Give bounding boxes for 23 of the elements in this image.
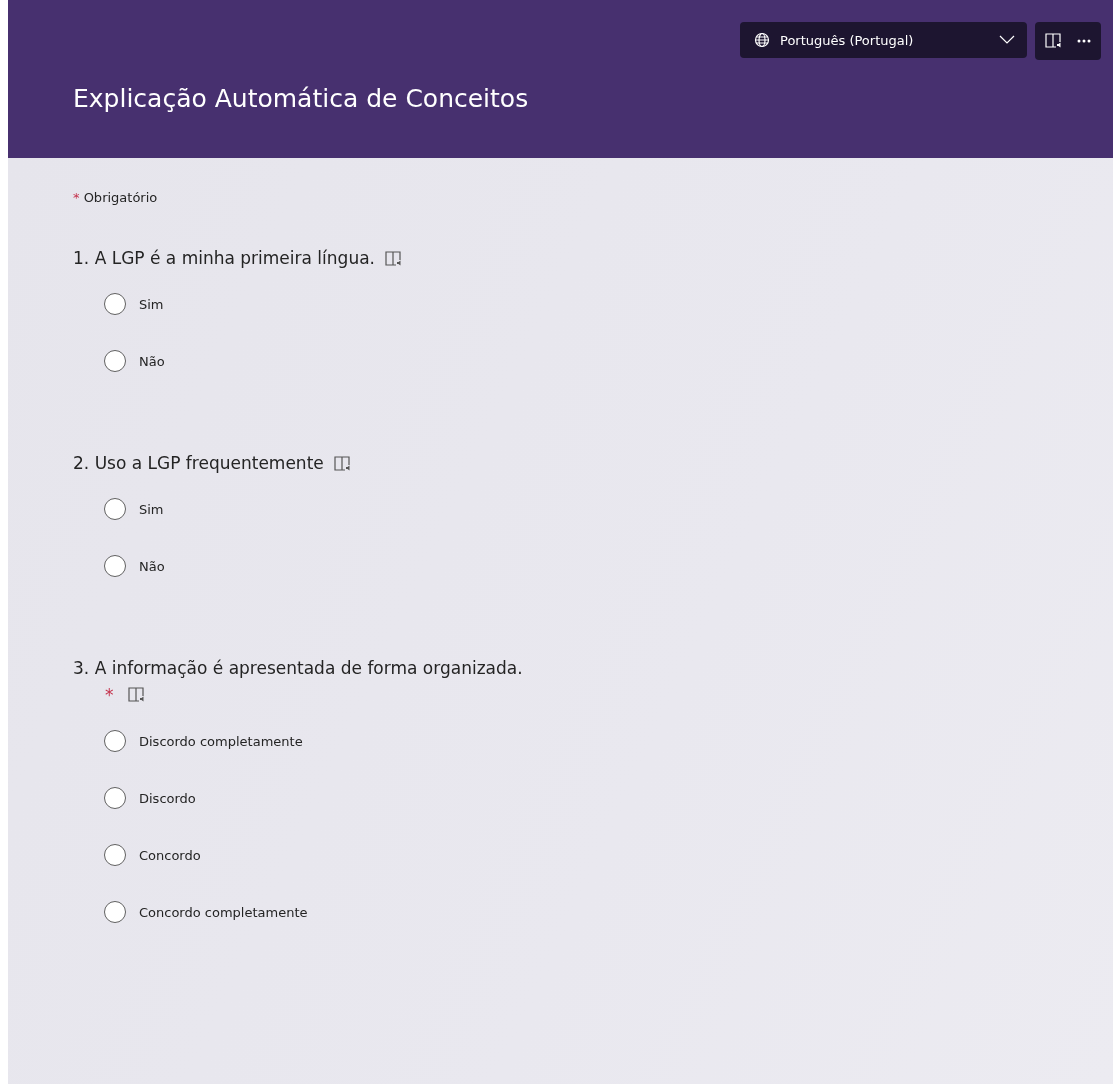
question-text: 3. A informação é apresentada de forma organizada. bbox=[73, 658, 523, 678]
immersive-reader-button[interactable] bbox=[1045, 33, 1063, 49]
radio-option[interactable]: Concordo bbox=[104, 844, 1113, 866]
radio-option[interactable]: Não bbox=[104, 350, 1113, 372]
required-note: Obrigatório bbox=[83, 190, 158, 205]
immersive-reader-icon[interactable] bbox=[385, 251, 403, 267]
more-options-button[interactable] bbox=[1077, 39, 1091, 43]
radio-option[interactable]: Não bbox=[104, 555, 1113, 577]
question-text: 2. Uso a LGP frequentemente bbox=[73, 453, 324, 473]
radio-option[interactable]: Discordo bbox=[104, 787, 1113, 809]
immersive-reader-icon[interactable] bbox=[127, 687, 146, 703]
language-dropdown[interactable]: Português (Portugal) bbox=[740, 22, 1027, 58]
required-asterisk: * bbox=[73, 190, 80, 205]
radio-option[interactable]: Sim bbox=[104, 293, 1113, 315]
required-asterisk: * bbox=[105, 684, 114, 707]
radio-option[interactable]: Sim bbox=[104, 498, 1113, 520]
radio-option[interactable]: Concordo completamente bbox=[104, 901, 1113, 923]
globe-icon bbox=[754, 32, 770, 48]
immersive-reader-icon[interactable] bbox=[333, 456, 352, 472]
radio-option[interactable]: Discordo completamente bbox=[104, 730, 1113, 752]
form-title: Explicação Automática de Conceitos bbox=[73, 84, 530, 113]
chevron-down-icon bbox=[999, 35, 1015, 45]
question-text: 1. A LGP é a minha primeira língua. bbox=[73, 248, 375, 268]
